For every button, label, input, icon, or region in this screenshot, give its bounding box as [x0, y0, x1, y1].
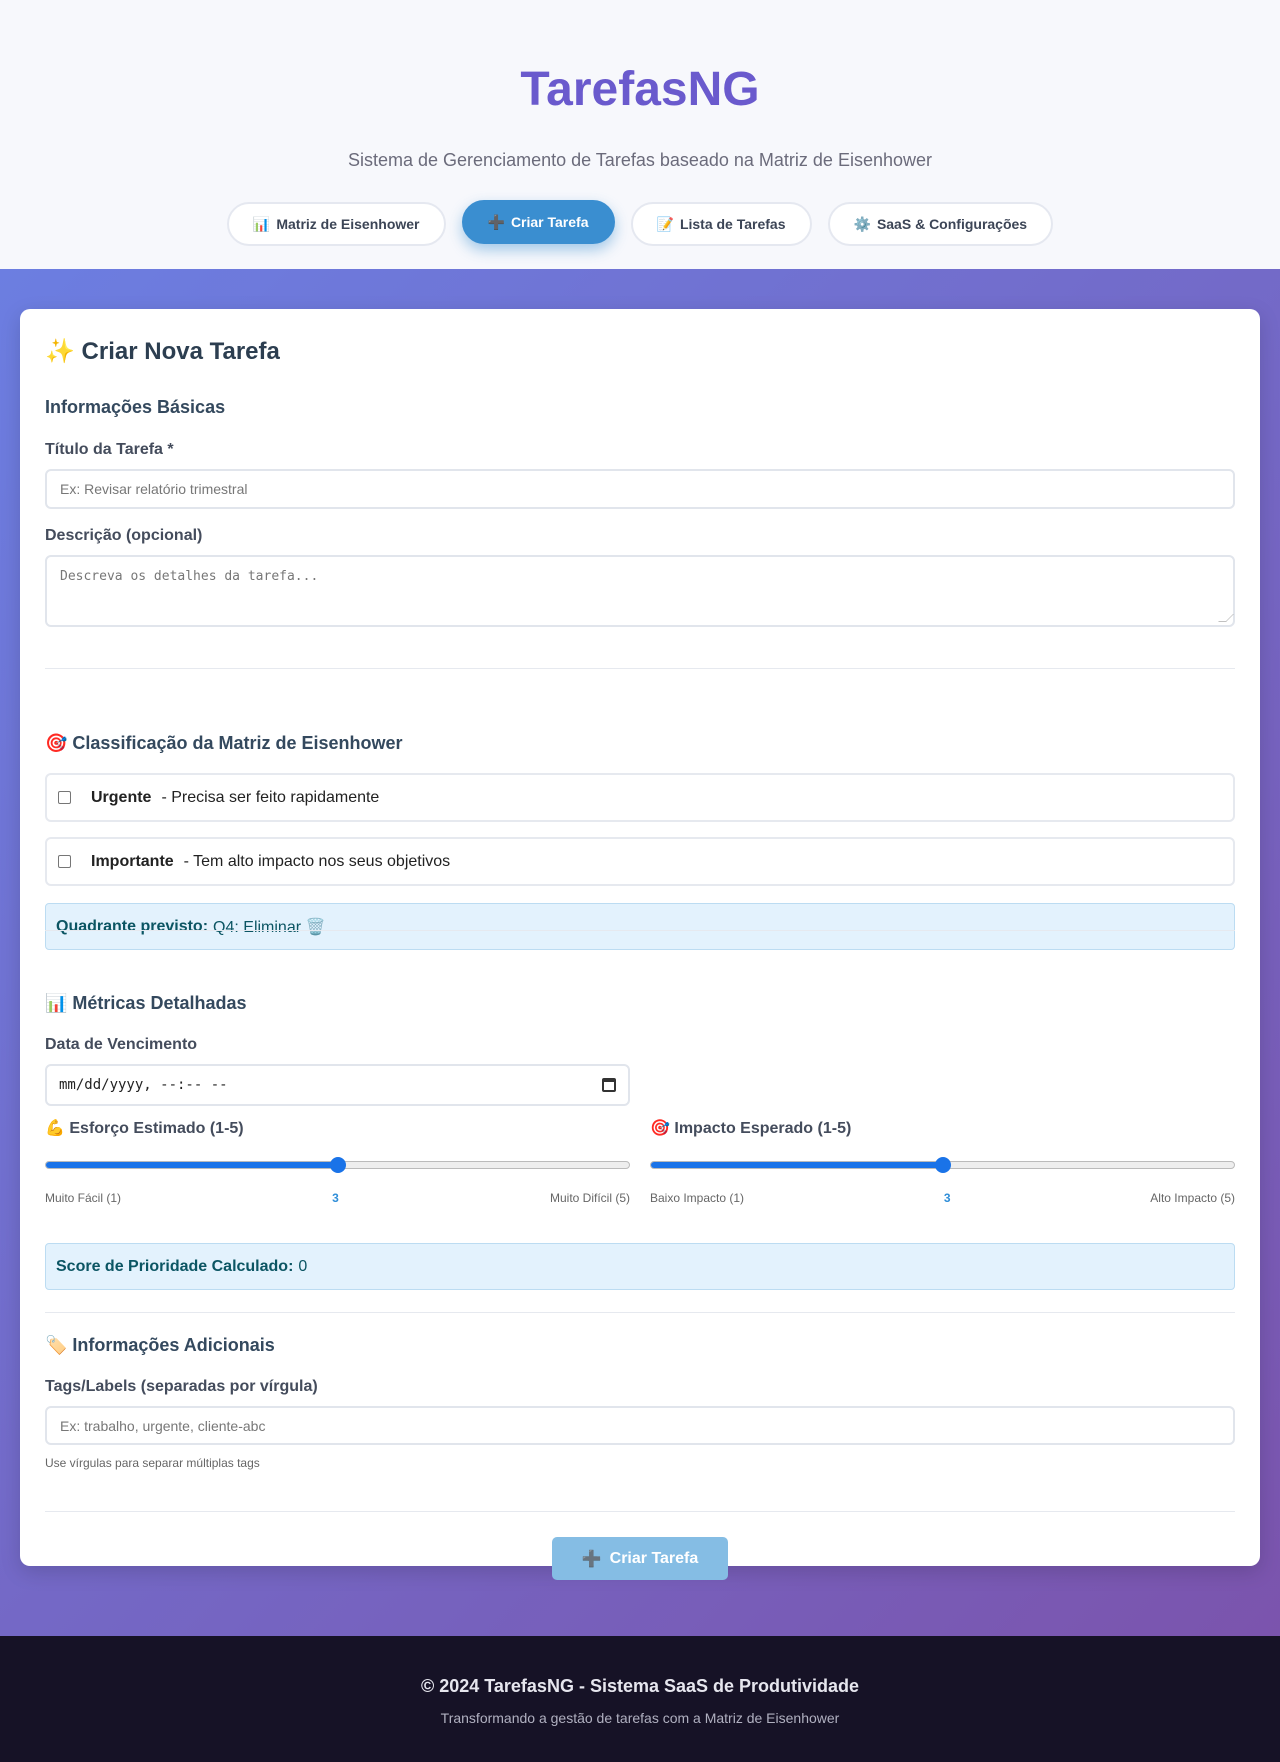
main-nav: 📊 Matriz de Eisenhower ➕ Criar Tarefa 📝 …	[0, 200, 1280, 246]
description-placeholder: Descreva os detalhes da tarefa...	[60, 569, 319, 584]
impact-scale: Baixo Impacto (1) 3 Alto Impacto (5)	[650, 1191, 1235, 1205]
app-subtitle: Sistema de Gerenciamento de Tarefas base…	[348, 150, 932, 170]
title-label: Título da Tarefa *	[45, 441, 174, 458]
resize-grip-icon[interactable]	[1218, 614, 1234, 622]
nav-tab-label: SaaS & Configurações	[876, 216, 1028, 232]
tags-placeholder: Ex: trabalho, urgente, cliente-abc	[60, 1417, 266, 1434]
effort-value: 3	[332, 1191, 339, 1205]
app-footer: © 2024 TarefasNG - Sistema SaaS de Produ…	[0, 1636, 1280, 1762]
metrics-section-title: 📊 Métricas Detalhadas	[45, 993, 247, 1013]
tags-hint: Use vírgulas para separar múltiplas tags	[45, 1456, 260, 1470]
impact-slider-group: 🎯 Impacto Esperado (1-5) Baixo Impacto (…	[650, 1118, 1235, 1205]
chart-icon: 📊	[252, 215, 271, 232]
matrix-section-title: 🎯 Classificação da Matriz de Eisenhower	[45, 733, 403, 753]
quadrant-label: Quadrante previsto:	[56, 917, 209, 935]
due-date-input[interactable]: mm/dd/yyyy, --:-- --	[45, 1064, 630, 1106]
description-textarea[interactable]: Descreva os detalhes da tarefa...	[45, 555, 1235, 627]
effort-max-label: Muito Difícil (5)	[549, 1191, 630, 1205]
score-label: Score de Prioridade Calculado:	[56, 1257, 294, 1275]
divider	[45, 1511, 1235, 1512]
footer-subtitle: Transformando a gestão de tarefas com a …	[440, 1710, 840, 1726]
due-date-label: Data de Vencimento	[45, 1036, 198, 1053]
urgent-checkbox[interactable]	[58, 791, 71, 804]
create-task-button[interactable]: ➕ Criar Tarefa	[552, 1537, 728, 1580]
card-title: ✨ Criar Nova Tarefa	[45, 338, 280, 365]
priority-score-box: Score de Prioridade Calculado: 0	[45, 1243, 1235, 1290]
important-checkbox[interactable]	[58, 855, 71, 868]
urgent-option[interactable]: Urgente - Precisa ser feito rapidamente	[45, 773, 1235, 822]
nav-tab-label: Criar Tarefa	[510, 214, 589, 230]
effort-slider-thumb[interactable]	[329, 1157, 346, 1173]
create-task-card: ✨ Criar Nova Tarefa Informações Básicas …	[20, 309, 1260, 1580]
impact-max-label: Alto Impacto (5)	[1150, 1191, 1235, 1205]
calendar-icon[interactable]	[602, 1078, 616, 1092]
impact-slider[interactable]	[650, 1157, 1235, 1173]
effort-scale: Muito Fácil (1) 3 Muito Difícil (5)	[45, 1191, 630, 1205]
memo-icon: 📝	[656, 215, 674, 232]
title-input[interactable]: Ex: Revisar relatório trimestral	[45, 469, 1235, 509]
quadrant-preview: Quadrante previsto: Q4: Eliminar 🗑️	[45, 903, 1235, 950]
nav-tab-label: Lista de Tarefas	[679, 216, 786, 232]
basic-info-section-title: Informações Básicas	[45, 397, 226, 417]
nav-tab-lista[interactable]: 📝 Lista de Tarefas	[630, 202, 812, 246]
effort-slider-fill	[46, 1162, 338, 1168]
footer-title: © 2024 TarefasNG - Sistema SaaS de Produ…	[420, 1676, 860, 1696]
important-option[interactable]: Importante - Tem alto impacto nos seus o…	[45, 837, 1235, 886]
impact-value: 3	[943, 1191, 951, 1205]
additional-section-title: 🏷️ Informações Adicionais	[45, 1335, 275, 1355]
tags-input[interactable]: Ex: trabalho, urgente, cliente-abc	[45, 1406, 1235, 1445]
app-header: TarefasNG Sistema de Gerenciamento de Ta…	[0, 0, 1280, 269]
impact-slider-fill	[651, 1162, 943, 1168]
main-content: ✨ Criar Nova Tarefa Informações Básicas …	[0, 269, 1280, 1636]
due-date-value: mm/dd/yyyy, --:-- --	[59, 1077, 228, 1093]
gear-icon: ⚙️	[853, 215, 871, 232]
impact-label: 🎯 Impacto Esperado (1-5)	[650, 1120, 852, 1137]
effort-slider-group: 💪 Esforço Estimado (1-5) Muito Fácil (1)…	[45, 1118, 630, 1205]
tags-label: Tags/Labels (separadas por vírgula)	[45, 1378, 318, 1395]
score-value: 0	[298, 1257, 308, 1275]
urgent-description: - Precisa ser feito rapidamente	[161, 788, 380, 806]
description-label: Descrição (opcional)	[45, 527, 203, 544]
plus-icon: ➕	[487, 213, 505, 230]
title-placeholder: Ex: Revisar relatório trimestral	[60, 481, 248, 497]
create-task-button-label: Criar Tarefa	[609, 1549, 699, 1567]
divider	[45, 1312, 1235, 1313]
nav-tab-saas[interactable]: ⚙️ SaaS & Configurações	[827, 202, 1054, 246]
important-label: Importante	[91, 852, 174, 870]
divider	[45, 930, 1235, 931]
impact-slider-thumb[interactable]	[934, 1157, 951, 1173]
quadrant-value: Q4: Eliminar 🗑️	[213, 918, 326, 936]
urgent-label: Urgente	[91, 788, 152, 806]
plus-icon: ➕	[581, 1550, 602, 1568]
nav-tab-matriz[interactable]: 📊 Matriz de Eisenhower	[226, 202, 446, 246]
divider	[45, 668, 1235, 669]
effort-min-label: Muito Fácil (1)	[45, 1191, 122, 1205]
effort-slider[interactable]	[45, 1157, 630, 1173]
impact-min-label: Baixo Impacto (1)	[650, 1191, 745, 1205]
nav-tab-label: Matriz de Eisenhower	[276, 216, 420, 232]
app-title: TarefasNG	[520, 63, 760, 116]
effort-label: 💪 Esforço Estimado (1-5)	[45, 1120, 244, 1137]
nav-tab-criar[interactable]: ➕ Criar Tarefa	[461, 200, 615, 244]
important-description: - Tem alto impacto nos seus objetivos	[183, 852, 451, 870]
